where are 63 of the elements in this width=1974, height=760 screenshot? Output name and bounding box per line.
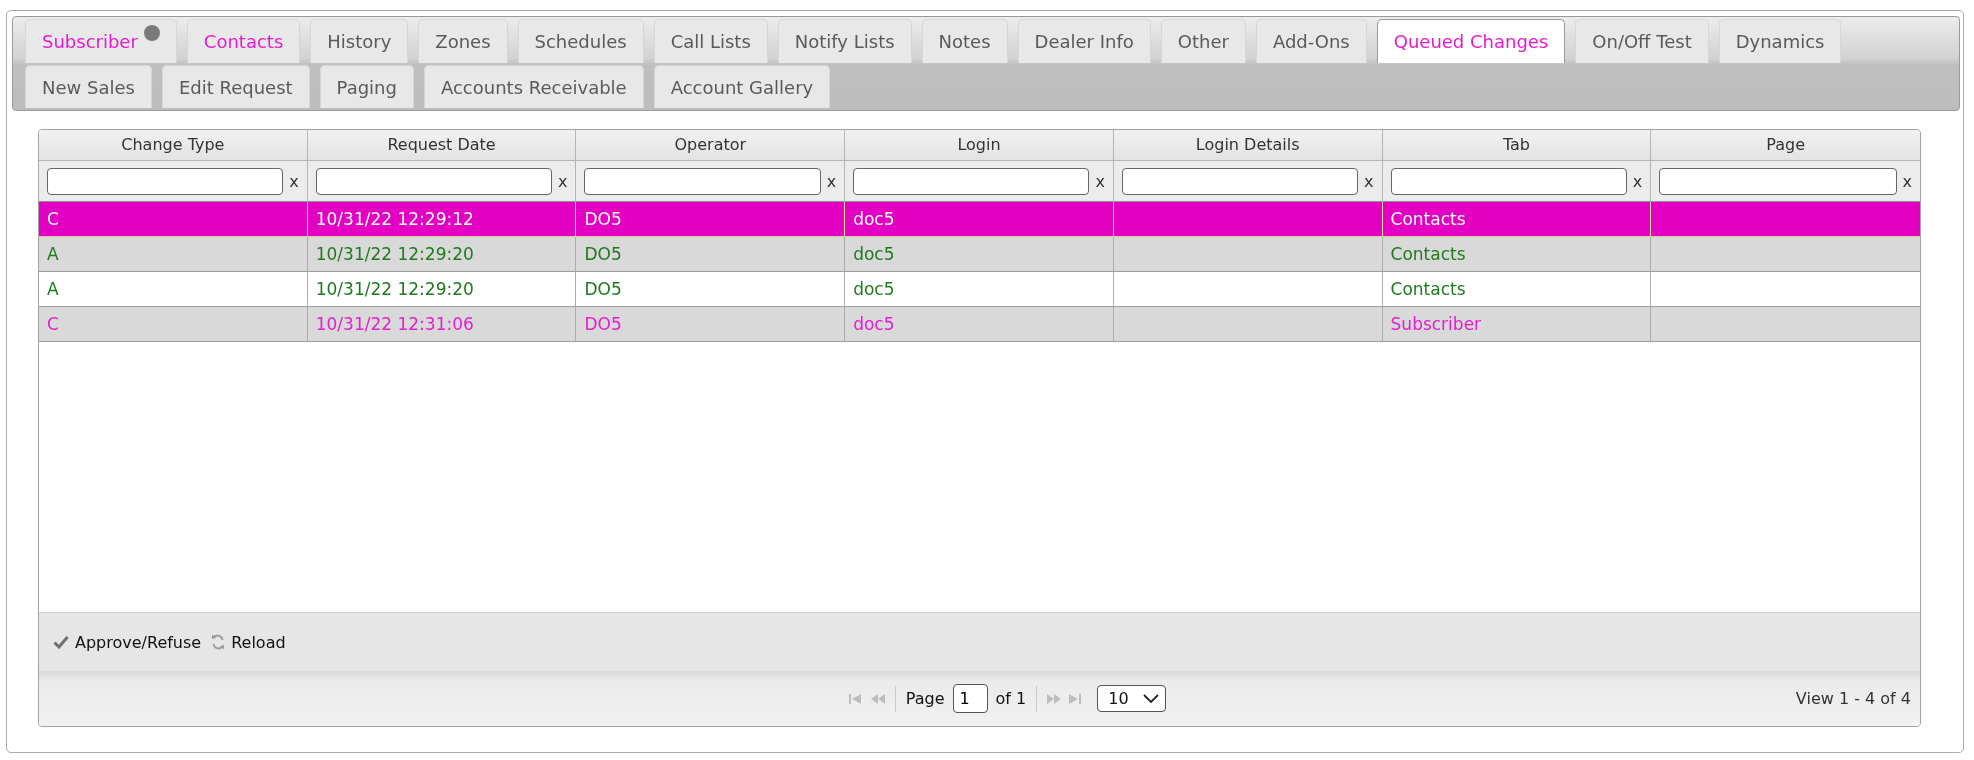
column-header[interactable]: Change Type — [39, 130, 308, 161]
clear-filter-button[interactable]: x — [1632, 171, 1643, 191]
tab[interactable]: Queued Changes — [1376, 19, 1566, 63]
tab[interactable]: Notes — [921, 19, 1008, 63]
tab[interactable]: Schedules — [517, 19, 644, 63]
table-cell: doc5 — [845, 237, 1114, 272]
column-header[interactable]: Login Details — [1113, 130, 1383, 161]
tab[interactable]: Dealer Info — [1017, 19, 1151, 63]
tab[interactable]: Dynamics — [1718, 19, 1842, 63]
table-row[interactable]: C 10/31/22 12:29:12 DO5 doc5 Contacts — [39, 202, 1920, 237]
clear-filter-button[interactable]: x — [1095, 171, 1105, 191]
filter-field[interactable] — [315, 167, 552, 195]
filter-field[interactable] — [47, 167, 284, 195]
page-input[interactable]: 1 — [952, 684, 988, 713]
clear-filter-button[interactable]: x — [289, 171, 299, 191]
page-count: of 1 — [995, 689, 1027, 708]
check-icon — [53, 635, 69, 649]
table-cell: Contacts — [1382, 237, 1652, 272]
filter-field[interactable] — [1659, 167, 1897, 195]
column-header[interactable]: Request Date — [307, 130, 577, 161]
column-header[interactable]: Page — [1651, 130, 1920, 161]
column-header[interactable]: Operator — [576, 130, 846, 161]
filter-field[interactable] — [1390, 167, 1627, 195]
page-size-select[interactable]: 10 — [1097, 685, 1167, 712]
table-cell: C — [39, 307, 308, 342]
tab[interactable]: Add-Ons — [1255, 19, 1367, 63]
table-row[interactable]: A 10/31/22 12:29:20 DO5 doc5 Contacts — [39, 237, 1920, 272]
table-cell: doc5 — [845, 307, 1114, 342]
filter-field[interactable] — [584, 167, 821, 195]
record-count: View 1 - 4 of 4 — [1795, 689, 1912, 708]
clear-filter-button[interactable]: x — [1902, 171, 1912, 191]
chevron-down-icon — [1143, 694, 1160, 703]
tab[interactable]: On/Off Test — [1575, 19, 1709, 63]
tab[interactable]: Call Lists — [653, 19, 768, 63]
tab[interactable]: Notify Lists — [777, 19, 912, 63]
page-label: Page — [905, 689, 945, 708]
table-cell: Subscriber — [1382, 307, 1652, 342]
dot-icon[interactable] — [143, 25, 160, 41]
approve-button[interactable]: Approve/Refuse — [53, 632, 202, 652]
tab[interactable]: New Sales — [25, 65, 152, 108]
tab[interactable]: Contacts — [186, 19, 301, 63]
table-cell: 10/31/22 12:29:20 — [307, 237, 577, 272]
filter-field[interactable] — [853, 167, 1090, 195]
table-cell: DO5 — [576, 307, 846, 342]
table-cell: 10/31/22 12:31:06 — [307, 307, 577, 342]
column-header[interactable]: Login — [845, 130, 1114, 161]
column-header[interactable]: Tab — [1382, 130, 1652, 161]
filter-field[interactable] — [1121, 167, 1359, 195]
tab[interactable]: Zones — [418, 19, 508, 63]
table-cell: A — [39, 237, 308, 272]
tab[interactable]: History — [310, 19, 409, 63]
tab[interactable]: Edit Request — [161, 65, 310, 108]
refresh-icon — [211, 633, 226, 651]
tab[interactable]: Other — [1160, 19, 1246, 63]
clear-filter-button[interactable]: x — [557, 171, 568, 191]
reload-button[interactable]: Reload — [211, 632, 286, 652]
clear-filter-button[interactable]: x — [1364, 171, 1374, 191]
tab[interactable]: Paging — [319, 65, 414, 108]
clear-filter-button[interactable]: x — [826, 171, 837, 191]
tab[interactable]: Subscriber — [25, 19, 177, 63]
tab[interactable]: Account Gallery — [653, 65, 831, 108]
table-cell: DO5 — [576, 237, 846, 272]
tab[interactable]: Accounts Receivable — [423, 65, 644, 108]
